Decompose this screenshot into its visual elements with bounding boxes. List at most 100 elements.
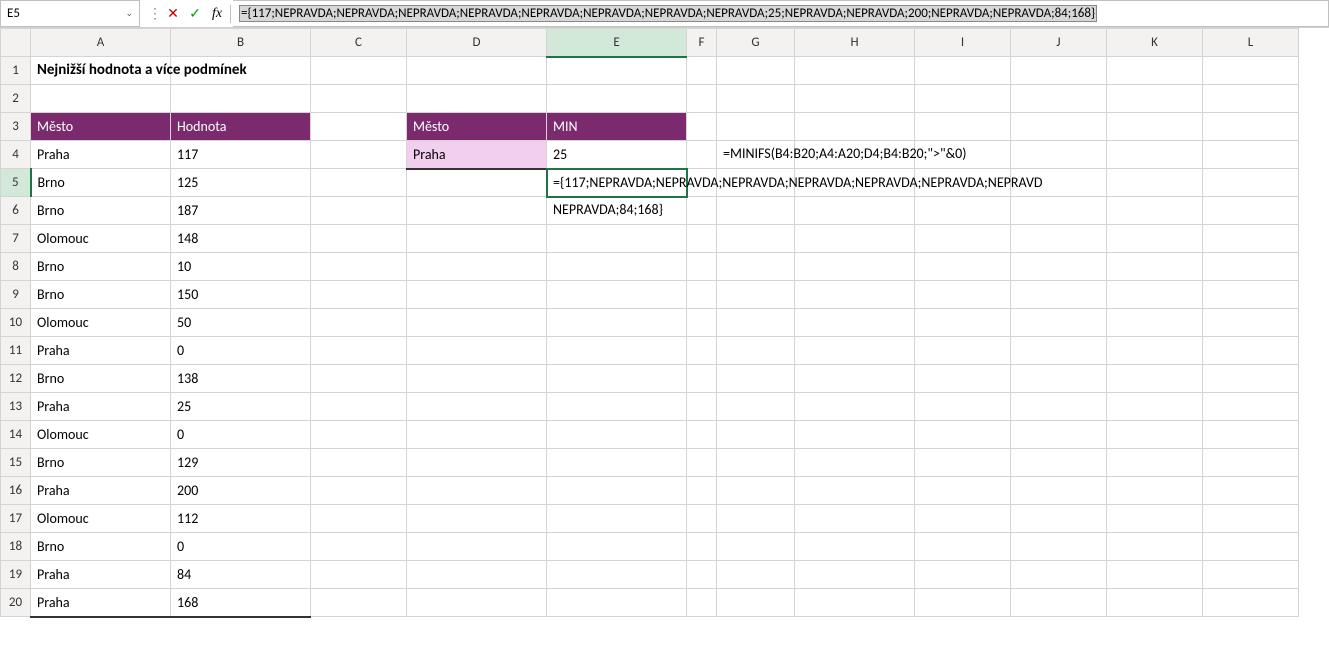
cell-E12[interactable] (547, 365, 687, 393)
cell-F14[interactable] (687, 421, 717, 449)
cell-F8[interactable] (687, 253, 717, 281)
cell-G11[interactable] (717, 337, 795, 365)
cell-B18[interactable]: 0 (171, 533, 311, 561)
cell-E17[interactable] (547, 505, 687, 533)
col-header-J[interactable]: J (1011, 29, 1107, 57)
cell-J4[interactable] (1011, 141, 1107, 169)
cell-E19[interactable] (547, 561, 687, 589)
cell-L4[interactable] (1203, 141, 1299, 169)
row-header-2[interactable]: 2 (1, 85, 31, 113)
cell-D15[interactable] (407, 449, 547, 477)
cell-H14[interactable] (795, 421, 915, 449)
cell-H20[interactable] (795, 589, 915, 617)
cell-F7[interactable] (687, 225, 717, 253)
cell-H6[interactable] (795, 197, 915, 225)
cell-L15[interactable] (1203, 449, 1299, 477)
cell-D11[interactable] (407, 337, 547, 365)
check-icon[interactable]: ✓ (184, 0, 206, 27)
cell-D3[interactable]: Město (407, 113, 547, 141)
cell-C6[interactable] (311, 197, 407, 225)
col-header-K[interactable]: K (1107, 29, 1203, 57)
row-header-6[interactable]: 6 (1, 197, 31, 225)
cell-G1[interactable] (717, 57, 795, 85)
cell-F11[interactable] (687, 337, 717, 365)
cell-K18[interactable] (1107, 533, 1203, 561)
cell-J16[interactable] (1011, 477, 1107, 505)
cell-F1[interactable] (687, 57, 717, 85)
cell-B15[interactable]: 129 (171, 449, 311, 477)
cell-H3[interactable] (795, 113, 915, 141)
cell-C2[interactable] (311, 85, 407, 113)
formula-input[interactable]: ={117;NEPRAVDA;NEPRAVDA;NEPRAVDA;NEPRAVD… (233, 0, 1329, 27)
cell-C1[interactable] (311, 57, 407, 85)
cell-K6[interactable] (1107, 197, 1203, 225)
cell-D13[interactable] (407, 393, 547, 421)
cell-K1[interactable] (1107, 57, 1203, 85)
cell-J20[interactable] (1011, 589, 1107, 617)
cell-I17[interactable] (915, 505, 1011, 533)
row-header-3[interactable]: 3 (1, 113, 31, 141)
cell-I1[interactable] (915, 57, 1011, 85)
cell-I14[interactable] (915, 421, 1011, 449)
row-header-9[interactable]: 9 (1, 281, 31, 309)
cell-F4[interactable] (687, 141, 717, 169)
cell-C12[interactable] (311, 365, 407, 393)
cell-G2[interactable] (717, 85, 795, 113)
row-header-19[interactable]: 19 (1, 561, 31, 589)
cell-G8[interactable] (717, 253, 795, 281)
cell-H16[interactable] (795, 477, 915, 505)
cell-B7[interactable]: 148 (171, 225, 311, 253)
col-header-C[interactable]: C (311, 29, 407, 57)
cell-A14[interactable]: Olomouc (31, 421, 171, 449)
cell-K15[interactable] (1107, 449, 1203, 477)
cell-A20[interactable]: Praha (31, 589, 171, 617)
cell-C13[interactable] (311, 393, 407, 421)
cell-A12[interactable]: Brno (31, 365, 171, 393)
cell-H1[interactable] (795, 57, 915, 85)
cell-J2[interactable] (1011, 85, 1107, 113)
cell-G17[interactable] (717, 505, 795, 533)
cell-K9[interactable] (1107, 281, 1203, 309)
cell-A6[interactable]: Brno (31, 197, 171, 225)
cell-I9[interactable] (915, 281, 1011, 309)
cell-G6[interactable] (717, 197, 795, 225)
cell-E15[interactable] (547, 449, 687, 477)
cell-C16[interactable] (311, 477, 407, 505)
cell-D12[interactable] (407, 365, 547, 393)
row-header-20[interactable]: 20 (1, 589, 31, 617)
col-header-D[interactable]: D (407, 29, 547, 57)
cell-D1[interactable] (407, 57, 547, 85)
cell-I2[interactable] (915, 85, 1011, 113)
cell-B14[interactable]: 0 (171, 421, 311, 449)
cell-L13[interactable] (1203, 393, 1299, 421)
cell-G18[interactable] (717, 533, 795, 561)
cancel-icon[interactable]: ✕ (162, 0, 184, 27)
row-header-1[interactable]: 1 (1, 57, 31, 85)
col-header-H[interactable]: H (795, 29, 915, 57)
col-header-F[interactable]: F (687, 29, 717, 57)
cell-L14[interactable] (1203, 421, 1299, 449)
cell-G10[interactable] (717, 309, 795, 337)
cell-I19[interactable] (915, 561, 1011, 589)
cell-E3[interactable]: MIN (547, 113, 687, 141)
cell-C10[interactable] (311, 309, 407, 337)
row-header-15[interactable]: 15 (1, 449, 31, 477)
cell-H15[interactable] (795, 449, 915, 477)
cell-L1[interactable] (1203, 57, 1299, 85)
cell-L2[interactable] (1203, 85, 1299, 113)
row-header-18[interactable]: 18 (1, 533, 31, 561)
cell-L19[interactable] (1203, 561, 1299, 589)
cell-H13[interactable] (795, 393, 915, 421)
cell-L9[interactable] (1203, 281, 1299, 309)
cell-E14[interactable] (547, 421, 687, 449)
cell-E11[interactable] (547, 337, 687, 365)
cell-D19[interactable] (407, 561, 547, 589)
cell-G13[interactable] (717, 393, 795, 421)
cell-D6[interactable] (407, 197, 547, 225)
cell-K5[interactable] (1107, 169, 1203, 197)
cell-F17[interactable] (687, 505, 717, 533)
cell-G5[interactable] (717, 169, 795, 197)
cell-B12[interactable]: 138 (171, 365, 311, 393)
cell-J8[interactable] (1011, 253, 1107, 281)
cell-L5[interactable] (1203, 169, 1299, 197)
